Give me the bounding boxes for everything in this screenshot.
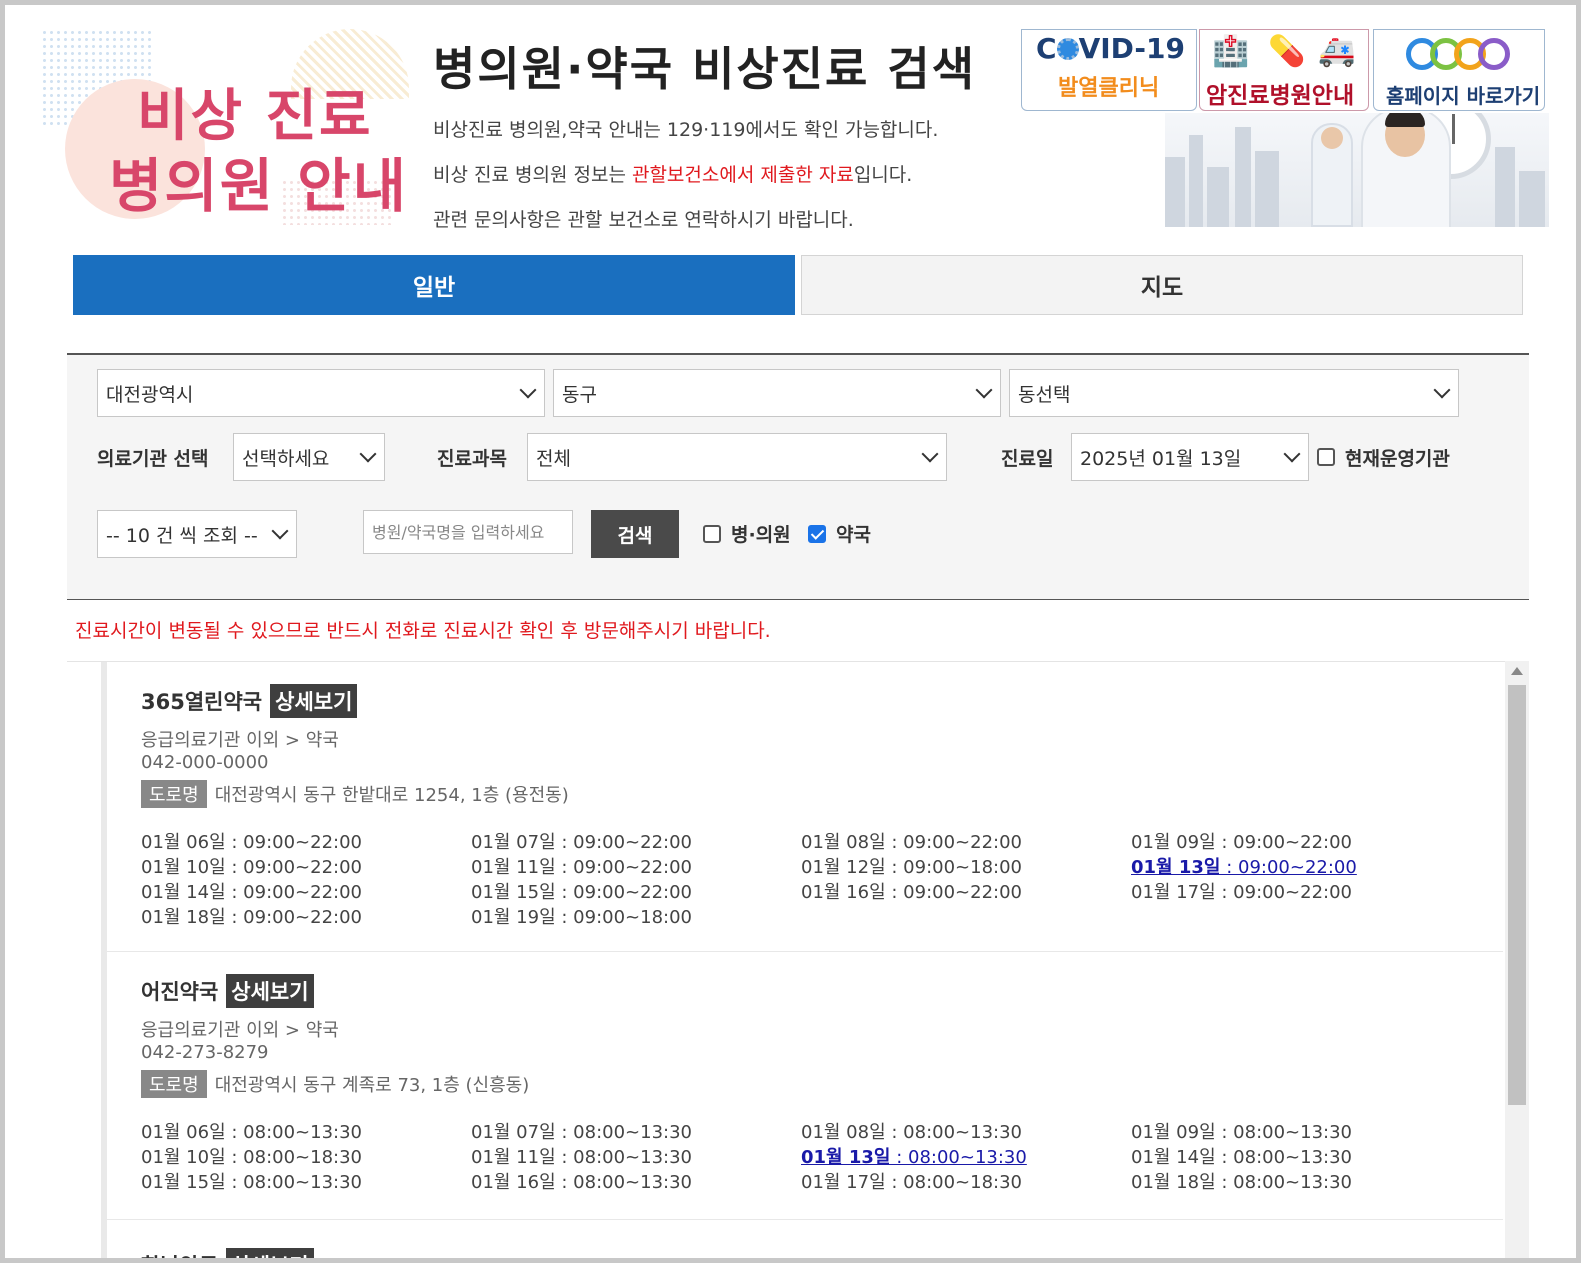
ambulance-icon: 🚑 [1318,34,1356,69]
facility-category: 응급의료기관 이외 > 약국 [141,1020,339,1041]
facility-name: 어진약국 상세보기 [141,974,314,1008]
district-select[interactable]: 동구 [553,369,1001,417]
schedule-entry: 01월 11일 : 08:00~13:30 [471,1147,692,1168]
schedule-entry: 01월 11일 : 09:00~22:00 [471,857,692,878]
pharmacy-checkbox[interactable] [808,525,826,543]
pharmacy-label: 약국 [836,524,871,546]
department-label: 진료과목 [437,448,507,470]
current-open-label: 현재운영기관 [1345,448,1450,470]
institution-label: 의료기관 선택 [97,448,209,470]
schedule-entry: 01월 14일 : 08:00~13:30 [1131,1147,1352,1168]
hospital-label: 병·의원 [731,524,791,546]
covid-fever-clinic-banner[interactable]: C VID-19 발열클리닉 [1021,29,1197,111]
chevron-down-icon [519,381,537,399]
schedule-entry: 01월 08일 : 08:00~13:30 [801,1122,1022,1143]
cancer-hospital-banner[interactable]: 🏥 💊 🚑 암진료병원안내 [1199,29,1369,111]
schedule-entry: 01월 15일 : 09:00~22:00 [471,882,692,903]
schedule-entry: 01월 17일 : 08:00~18:30 [801,1172,1022,1193]
list-item: 365열린약국 상세보기 응급의료기관 이외 > 약국 042-000-0000 … [107,662,1503,952]
emergency-care-logo: 비상 진료 병의원 안내 [41,29,409,225]
notice-text: 진료시간이 변동될 수 있으므로 반드시 전화로 진료시간 확인 후 방문해주시… [75,620,771,642]
page-title: 병의원·약국 비상진료 검색 [433,42,977,96]
results-list: 365열린약국 상세보기 응급의료기관 이외 > 약국 042-000-0000 … [67,661,1529,1258]
facility-phone: 042-000-0000 [141,752,269,773]
list-item: 한남약국상세보기 [107,1220,1503,1258]
facility-category: 응급의료기관 이외 > 약국 [141,730,339,751]
schedule-entry: 01월 09일 : 08:00~13:30 [1131,1122,1352,1143]
hospital-building-icon: 🏥 [1212,34,1250,69]
schedule-entry: 01월 16일 : 09:00~22:00 [801,882,1022,903]
road-badge: 도로명 [141,1070,207,1098]
chevron-down-icon [1283,445,1301,463]
homepage-banner-label: 홈페이지 바로가기 [1386,84,1541,108]
tab-map[interactable]: 지도 [801,255,1523,315]
logo-line2: 병의원 안내 [109,152,408,220]
date-select[interactable]: 2025년 01월 13일 [1071,433,1309,481]
page-frame: 비상 진료 병의원 안내 병의원·약국 비상진료 검색 비상진료 병의원,약국 … [0,0,1581,1263]
detail-button[interactable]: 상세보기 [226,974,314,1008]
facility-address: 도로명 대전광역시 동구 계족로 73, 1층 (신흥동) [141,1070,529,1098]
chevron-down-icon [1433,381,1451,399]
covid-subtitle: 발열클리닉 [1058,76,1160,101]
schedule-entry: 01월 14일 : 09:00~22:00 [141,882,362,903]
schedule-entry: 01월 18일 : 09:00~22:00 [141,907,362,928]
homepage-banner[interactable]: 홈페이지 바로가기 [1373,29,1545,111]
schedule-grid: 01월 06일 : 08:00~13:30 01월 07일 : 08:00~13:… [141,1122,1461,1193]
schedule-entry: 01월 18일 : 08:00~13:30 [1131,1172,1352,1193]
list-item: 어진약국 상세보기 응급의료기관 이외 > 약국 042-273-8279 도로명… [107,952,1503,1220]
chevron-down-icon [271,522,289,540]
scrollbar-thumb[interactable] [1508,685,1526,1105]
road-badge: 도로명 [141,780,207,808]
facility-name: 365열린약국 상세보기 [141,684,358,718]
schedule-entry: 01월 06일 : 08:00~13:30 [141,1122,362,1143]
schedule-entry: 01월 08일 : 09:00~22:00 [801,832,1022,853]
department-select[interactable]: 전체 [527,433,947,481]
schedule-entry: 01월 10일 : 08:00~18:30 [141,1147,362,1168]
covid-title: C VID-19 [1036,32,1185,65]
date-label: 진료일 [1001,448,1054,470]
schedule-entry: 01월 10일 : 09:00~22:00 [141,857,362,878]
facility-phone: 042-273-8279 [141,1042,269,1063]
schedule-grid: 01월 06일 : 09:00~22:00 01월 07일 : 09:00~22:… [141,832,1461,928]
homepage-logo-icon [1406,38,1510,72]
schedule-entry: 01월 09일 : 09:00~22:00 [1131,832,1352,853]
facility-name: 한남약국상세보기 [141,1248,314,1258]
page-size-select[interactable]: -- 10 건 씩 조회 -- [97,510,297,558]
dong-select[interactable]: 동선택 [1009,369,1459,417]
schedule-today-link[interactable]: 01월 13일 : 09:00~22:00 [1131,857,1461,878]
current-open-checkbox[interactable] [1317,448,1335,466]
facility-address: 도로명 대전광역시 동구 한밭대로 1254, 1층 (용전동) [141,780,569,808]
institution-select[interactable]: 선택하세요 [233,433,385,481]
chevron-down-icon [975,381,993,399]
name-search-input[interactable] [363,510,573,554]
hospital-checkbox[interactable] [703,525,721,543]
schedule-entry: 01월 12일 : 09:00~18:00 [801,857,1022,878]
scroll-up-arrow-icon[interactable] [1511,667,1523,675]
medicine-icon: 💊 [1268,34,1306,69]
schedule-entry: 01월 15일 : 08:00~13:30 [141,1172,362,1193]
info-line-3: 관련 문의사항은 관할 보건소로 연락하시기 바랍니다. [433,209,854,231]
schedule-entry: 01월 07일 : 08:00~13:30 [471,1122,692,1143]
schedule-entry: 01월 06일 : 09:00~22:00 [141,832,362,853]
schedule-today-link[interactable]: 01월 13일 : 08:00~13:30 [801,1147,1131,1168]
info-highlight: 관할보건소에서 제출한 자료 [631,164,854,186]
detail-button[interactable]: 상세보기 [226,1248,314,1258]
info-line-2: 비상 진료 병의원 정보는 관할보건소에서 제출한 자료입니다. [433,164,913,186]
schedule-entry: 01월 16일 : 08:00~13:30 [471,1172,692,1193]
schedule-entry: 01월 17일 : 09:00~22:00 [1131,882,1352,903]
virus-icon [1056,38,1079,60]
city-select[interactable]: 대전광역시 [97,369,545,417]
detail-button[interactable]: 상세보기 [270,684,358,718]
chevron-down-icon [921,445,939,463]
chevron-down-icon [359,445,377,463]
schedule-entry: 01월 19일 : 09:00~18:00 [471,907,692,928]
info-line-1: 비상진료 병의원,약국 안내는 129·119에서도 확인 가능합니다. [433,119,939,141]
tab-general[interactable]: 일반 [73,255,795,315]
results-scrollbar[interactable] [1505,661,1529,1258]
doctor-illustration [1165,113,1549,227]
search-button[interactable]: 검색 [591,510,679,558]
cancer-banner-label: 암진료병원안내 [1206,83,1355,109]
schedule-entry: 01월 07일 : 09:00~22:00 [471,832,692,853]
